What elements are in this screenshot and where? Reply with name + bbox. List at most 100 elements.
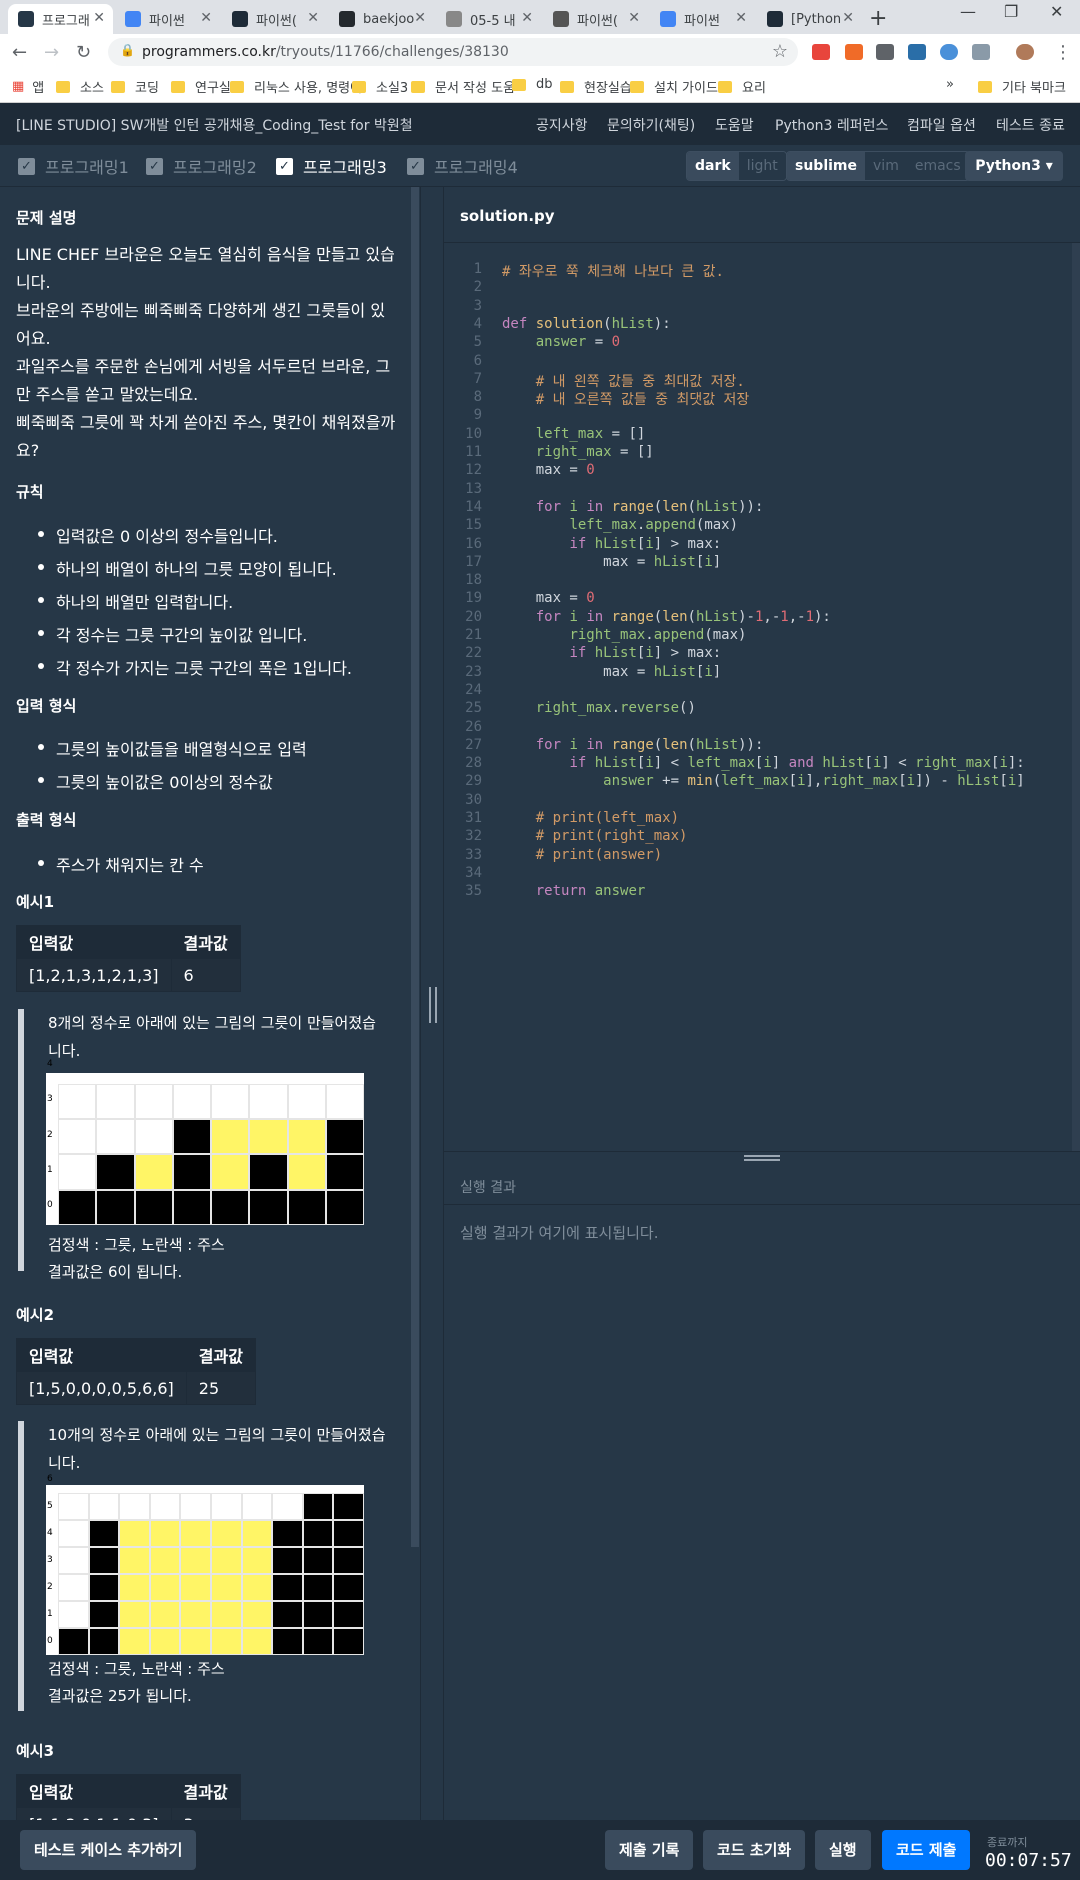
reset-code-button[interactable]: 코드 초기화 — [703, 1830, 806, 1870]
line-number: 33 — [465, 846, 482, 863]
check-icon: ✓ — [407, 157, 424, 175]
grid-cell — [249, 1118, 288, 1155]
close-tab-icon[interactable]: ✕ — [200, 10, 212, 26]
close-tab-icon[interactable]: ✕ — [307, 10, 319, 26]
bookmarks-more-button[interactable]: » — [946, 77, 954, 92]
line-number: 19 — [465, 590, 482, 607]
example1-figure: 0 1 2 3 4 — [46, 1059, 364, 1225]
browser-tab[interactable]: 파이썬 ✕ — [115, 4, 220, 34]
end-test-link[interactable]: 테스트 종료 — [996, 115, 1065, 135]
close-tab-icon[interactable]: ✕ — [735, 10, 747, 26]
code-line[interactable]: 35 return answer — [444, 883, 1072, 905]
reload-icon[interactable]: ↻ — [76, 42, 91, 63]
browser-tab[interactable]: 프로그래 ✕ — [8, 4, 113, 34]
bookmark-item[interactable]: 소스 — [56, 77, 104, 96]
close-tab-icon[interactable]: ✕ — [414, 10, 426, 26]
close-tab-icon[interactable]: ✕ — [93, 10, 105, 26]
problem-pane[interactable]: 문제 설명 LINE CHEF 브라운은 오늘도 열심히 음식을 만들고 있습니… — [0, 187, 412, 1820]
bookmark-star-icon[interactable]: ☆ — [772, 41, 788, 62]
minimize-icon[interactable]: — — [960, 2, 976, 21]
bookmark-item[interactable]: 소실3 — [352, 77, 408, 96]
rule-item: 각 정수가 가지는 그릇 구간의 폭은 1입니다. — [37, 655, 352, 679]
extension-icon[interactable] — [908, 44, 926, 60]
bookmark-item[interactable]: 요리 — [718, 77, 766, 96]
browser-tab[interactable]: 05-5 내 ✕ — [436, 4, 541, 34]
drag-handle-icon[interactable] — [744, 1155, 780, 1161]
browser-tab[interactable]: 파이썬(✕ — [222, 4, 327, 34]
tab-programming1[interactable]: ✓ 프로그래밍1 — [18, 155, 129, 177]
close-tab-icon[interactable]: ✕ — [842, 10, 854, 26]
theme-dark-option[interactable]: dark — [687, 152, 739, 180]
language-select[interactable]: Python3 ▾ — [965, 151, 1063, 181]
maximize-icon[interactable]: ❐ — [1004, 2, 1018, 21]
bookmark-item[interactable]: ▦ 앱 — [12, 77, 44, 96]
bookmark-item[interactable]: db — [512, 77, 553, 92]
browser-tab[interactable]: [Python ✕ — [757, 4, 862, 34]
tab-programming3[interactable]: ✓ 프로그래밍3 — [276, 155, 387, 177]
extension-icon[interactable] — [812, 44, 830, 60]
url-input[interactable]: 🔒 programmers.co.kr/tryouts/11766/challe… — [108, 38, 798, 66]
close-tab-icon[interactable]: ✕ — [521, 10, 533, 26]
bookmark-item[interactable]: 현장실습 — [560, 77, 632, 96]
menu-icon[interactable]: ⋮ — [1054, 42, 1072, 63]
add-testcase-button[interactable]: 테스트 케이스 추가하기 — [20, 1830, 197, 1870]
bookmark-label: 기타 북마크 — [1002, 81, 1066, 96]
drag-handle-icon[interactable] — [429, 987, 437, 1023]
bookmark-item[interactable]: 연구실 — [171, 77, 231, 96]
grid-cell — [96, 1154, 135, 1190]
close-window-icon[interactable]: ✕ — [1050, 2, 1063, 21]
grid-tick-label: 3 — [47, 1555, 53, 1566]
browser-tab[interactable]: 파이썬(✕ — [543, 4, 648, 34]
code-text: # print(answer) — [535, 846, 663, 863]
submission-history-button[interactable]: 제출 기록 — [605, 1830, 694, 1870]
tab-programming4[interactable]: ✓ 프로그래밍4 — [407, 155, 518, 177]
browser-tab[interactable]: baekjoo ✕ — [329, 4, 434, 34]
grid-cell — [333, 1547, 364, 1575]
submit-code-button[interactable]: 코드 제출 — [882, 1830, 971, 1870]
browser-tab[interactable]: 파이썬 ✕ — [650, 4, 755, 34]
extension-icon[interactable] — [972, 44, 990, 60]
grid-tick-label: 4 — [47, 1528, 53, 1539]
chat-inquiry-link[interactable]: 문의하기(채팅) — [607, 115, 695, 135]
notice-link[interactable]: 공지사항 — [536, 115, 588, 135]
line-number: 28 — [465, 755, 482, 772]
compile-options-link[interactable]: 컴파일 옵션 — [907, 115, 976, 135]
bookmark-item[interactable]: 코딩 — [111, 77, 159, 96]
new-tab-button[interactable]: + — [869, 6, 887, 31]
grid-cell — [333, 1628, 364, 1655]
run-button[interactable]: 실행 — [815, 1830, 871, 1870]
editor-scrollbar[interactable] — [1072, 243, 1080, 1151]
example2-input: [1,5,0,0,0,0,5,6,6] — [16, 1371, 187, 1405]
extension-icon[interactable] — [876, 44, 894, 60]
forward-icon[interactable]: → — [44, 42, 59, 63]
output-resizer[interactable] — [444, 1151, 1080, 1165]
extension-icon[interactable] — [845, 44, 863, 60]
bookmark-item[interactable]: 리눅스 사용, 명령어 — [230, 77, 362, 96]
example2-result: 25 — [185, 1371, 256, 1405]
avatar[interactable] — [1016, 44, 1034, 60]
bookmark-item[interactable]: 문서 작성 도움 — [411, 77, 515, 96]
close-tab-icon[interactable]: ✕ — [628, 10, 640, 26]
cloud-icon[interactable] — [940, 44, 958, 60]
problem-scrollbar[interactable] — [411, 187, 419, 1547]
results-heading: 실행 결과 — [460, 1180, 516, 1196]
theme-light-option[interactable]: light — [738, 152, 786, 180]
help-link[interactable]: 도움말 — [715, 115, 754, 135]
tab-programming2[interactable]: ✓ 프로그래밍2 — [146, 155, 257, 177]
pane-divider[interactable] — [420, 187, 444, 1820]
python-reference-link[interactable]: Python3 레퍼런스 — [775, 115, 888, 135]
bookmark-item[interactable]: 설치 가이드 — [630, 77, 718, 96]
grid-cell — [58, 1189, 97, 1225]
grid-cell — [287, 1154, 326, 1190]
grid-cell — [302, 1601, 334, 1628]
code-text: if hList[i] > max: — [569, 645, 722, 662]
other-bookmarks[interactable]: 기타 북마크 — [978, 77, 1066, 96]
code-editor[interactable]: 1 # 좌우로 쭉 체크해 나보다 큰 값. 2 3 4 def solution(hLi… — [444, 243, 1072, 1151]
example1-result: 6 — [170, 958, 241, 992]
back-icon[interactable]: ← — [12, 42, 27, 63]
line-number: 8 — [473, 389, 482, 406]
keymap-emacs-option[interactable]: emacs — [906, 152, 969, 180]
keymap-sublime-option[interactable]: sublime — [787, 152, 866, 180]
code-text: def solution(hList): — [502, 315, 671, 332]
keymap-vim-option[interactable]: vim — [865, 152, 907, 180]
